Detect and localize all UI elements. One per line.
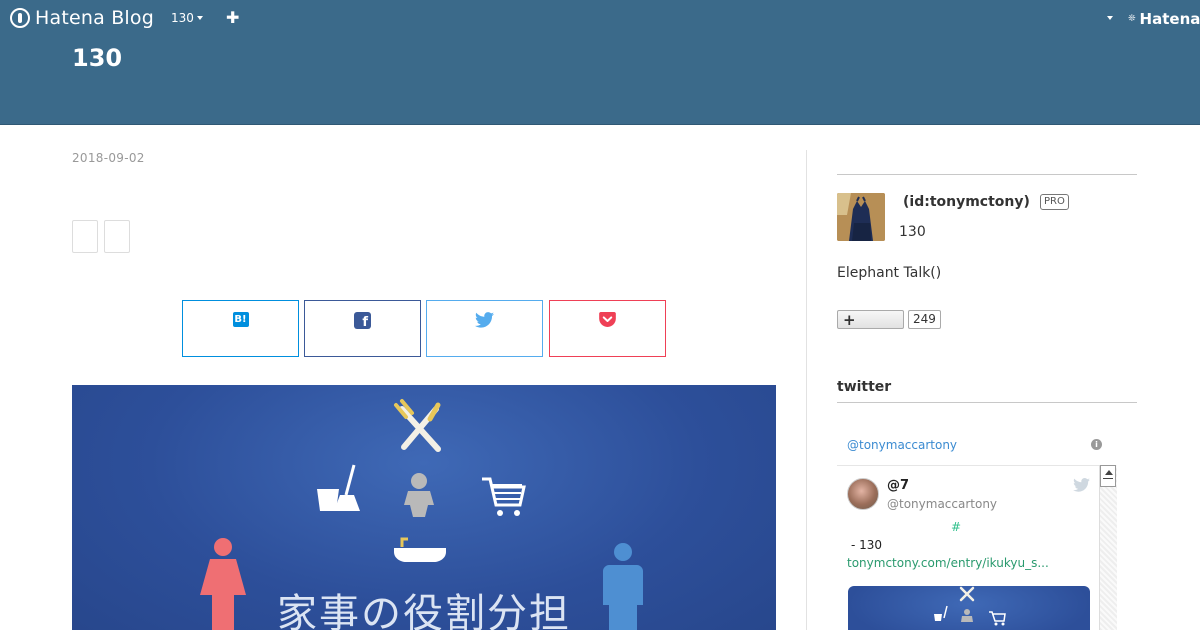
chevron-down-icon: [196, 16, 203, 20]
logo-text: Hatena Blog: [35, 7, 154, 29]
card-baby-icon: [961, 609, 973, 622]
scroll-up-arrow-icon[interactable]: [1100, 465, 1116, 487]
profile-description: Elephant Talk(): [837, 265, 942, 281]
facebook-share-button[interactable]: f: [304, 300, 421, 357]
profile-avatar[interactable]: [837, 193, 885, 241]
shopping-cart-icon: [482, 477, 526, 516]
follow-plus-icon: +: [843, 311, 856, 329]
bucket-broom-icon: [317, 464, 360, 511]
module-title-underline: [837, 402, 1137, 403]
category-placeholder: [72, 220, 98, 253]
entry-date[interactable]: 2018-09-02: [72, 151, 145, 165]
twitter-timeline-widget: @tonymaccartony i @7 @tonymaccartony # -…: [837, 430, 1117, 630]
hatena-logo-text: Hatena: [1139, 10, 1200, 28]
column-divider: [806, 150, 807, 630]
tweet-link[interactable]: tonymctony.com/entry/ikukyu_s...: [847, 556, 1049, 570]
fork-knife-icon: [394, 399, 441, 452]
twitter-share-button[interactable]: [426, 300, 543, 357]
twitter-icon: [475, 312, 494, 328]
timeline-header-divider: [837, 465, 1101, 466]
profile-id[interactable]: (id:tonymctony): [903, 194, 1030, 210]
tweet-text: - 130: [851, 538, 883, 552]
plus-icon[interactable]: ✚: [226, 9, 239, 27]
menu-chevron-down-icon[interactable]: [1107, 16, 1113, 20]
tweet-card-illustration: [934, 586, 1006, 626]
card-shopping-cart-icon: [989, 611, 1006, 626]
facebook-icon: f: [354, 312, 371, 329]
info-icon[interactable]: i: [1091, 439, 1102, 450]
entry-hero-image[interactable]: 家事の役割分担: [72, 385, 776, 630]
baby-icon: [404, 473, 434, 517]
pocket-icon: [599, 312, 616, 327]
global-navbar: Hatena Blog 130 ✚ ❊ Hatena: [0, 0, 1200, 36]
tweet-username[interactable]: @tonymaccartony: [887, 497, 997, 511]
profile-blog-name: 130: [899, 224, 926, 240]
category-placeholder: [104, 220, 130, 253]
hatena-bookmark-icon: B!: [232, 312, 249, 327]
timeline-scrollbar[interactable]: [1099, 465, 1117, 630]
blog-selector-label: 130: [171, 11, 194, 25]
tweet-hashtag[interactable]: #: [951, 520, 961, 534]
pocket-share-button[interactable]: [549, 300, 666, 357]
sidebar-divider: [837, 174, 1137, 175]
hero-title: 家事の役割分担: [277, 591, 571, 630]
profile-avatar-image: [837, 193, 885, 241]
bathtub-icon: [394, 537, 446, 562]
blog-header: Hatena Blog 130 ✚ ❊ Hatena 130: [0, 0, 1200, 125]
twitter-timeline-handle[interactable]: @tonymaccartony: [847, 438, 957, 452]
hatena-mini-icon: ❊: [1128, 14, 1136, 24]
card-bucket-broom-icon: [934, 605, 948, 621]
hatena-menu-logo[interactable]: ❊ Hatena: [1128, 10, 1200, 28]
pro-badge: PRO: [1040, 194, 1069, 210]
follow-button[interactable]: +: [837, 310, 904, 329]
tweet-card-image[interactable]: [848, 586, 1090, 630]
twitter-module-title: twitter: [837, 379, 892, 395]
follower-count[interactable]: 249: [908, 310, 941, 329]
tweet-display-name[interactable]: @7: [887, 478, 909, 493]
share-buttons: B! f: [182, 300, 666, 357]
blog-title[interactable]: 130: [72, 44, 122, 72]
hatena-bookmark-share-button[interactable]: B!: [182, 300, 299, 357]
tweet-avatar[interactable]: [847, 478, 879, 510]
hatena-blog-logo-icon: [10, 8, 30, 28]
card-fork-knife-icon: [959, 586, 975, 602]
blog-selector[interactable]: 130: [171, 11, 203, 25]
hatena-blog-logo[interactable]: Hatena Blog: [10, 7, 154, 29]
twitter-bird-icon[interactable]: [1073, 478, 1090, 492]
